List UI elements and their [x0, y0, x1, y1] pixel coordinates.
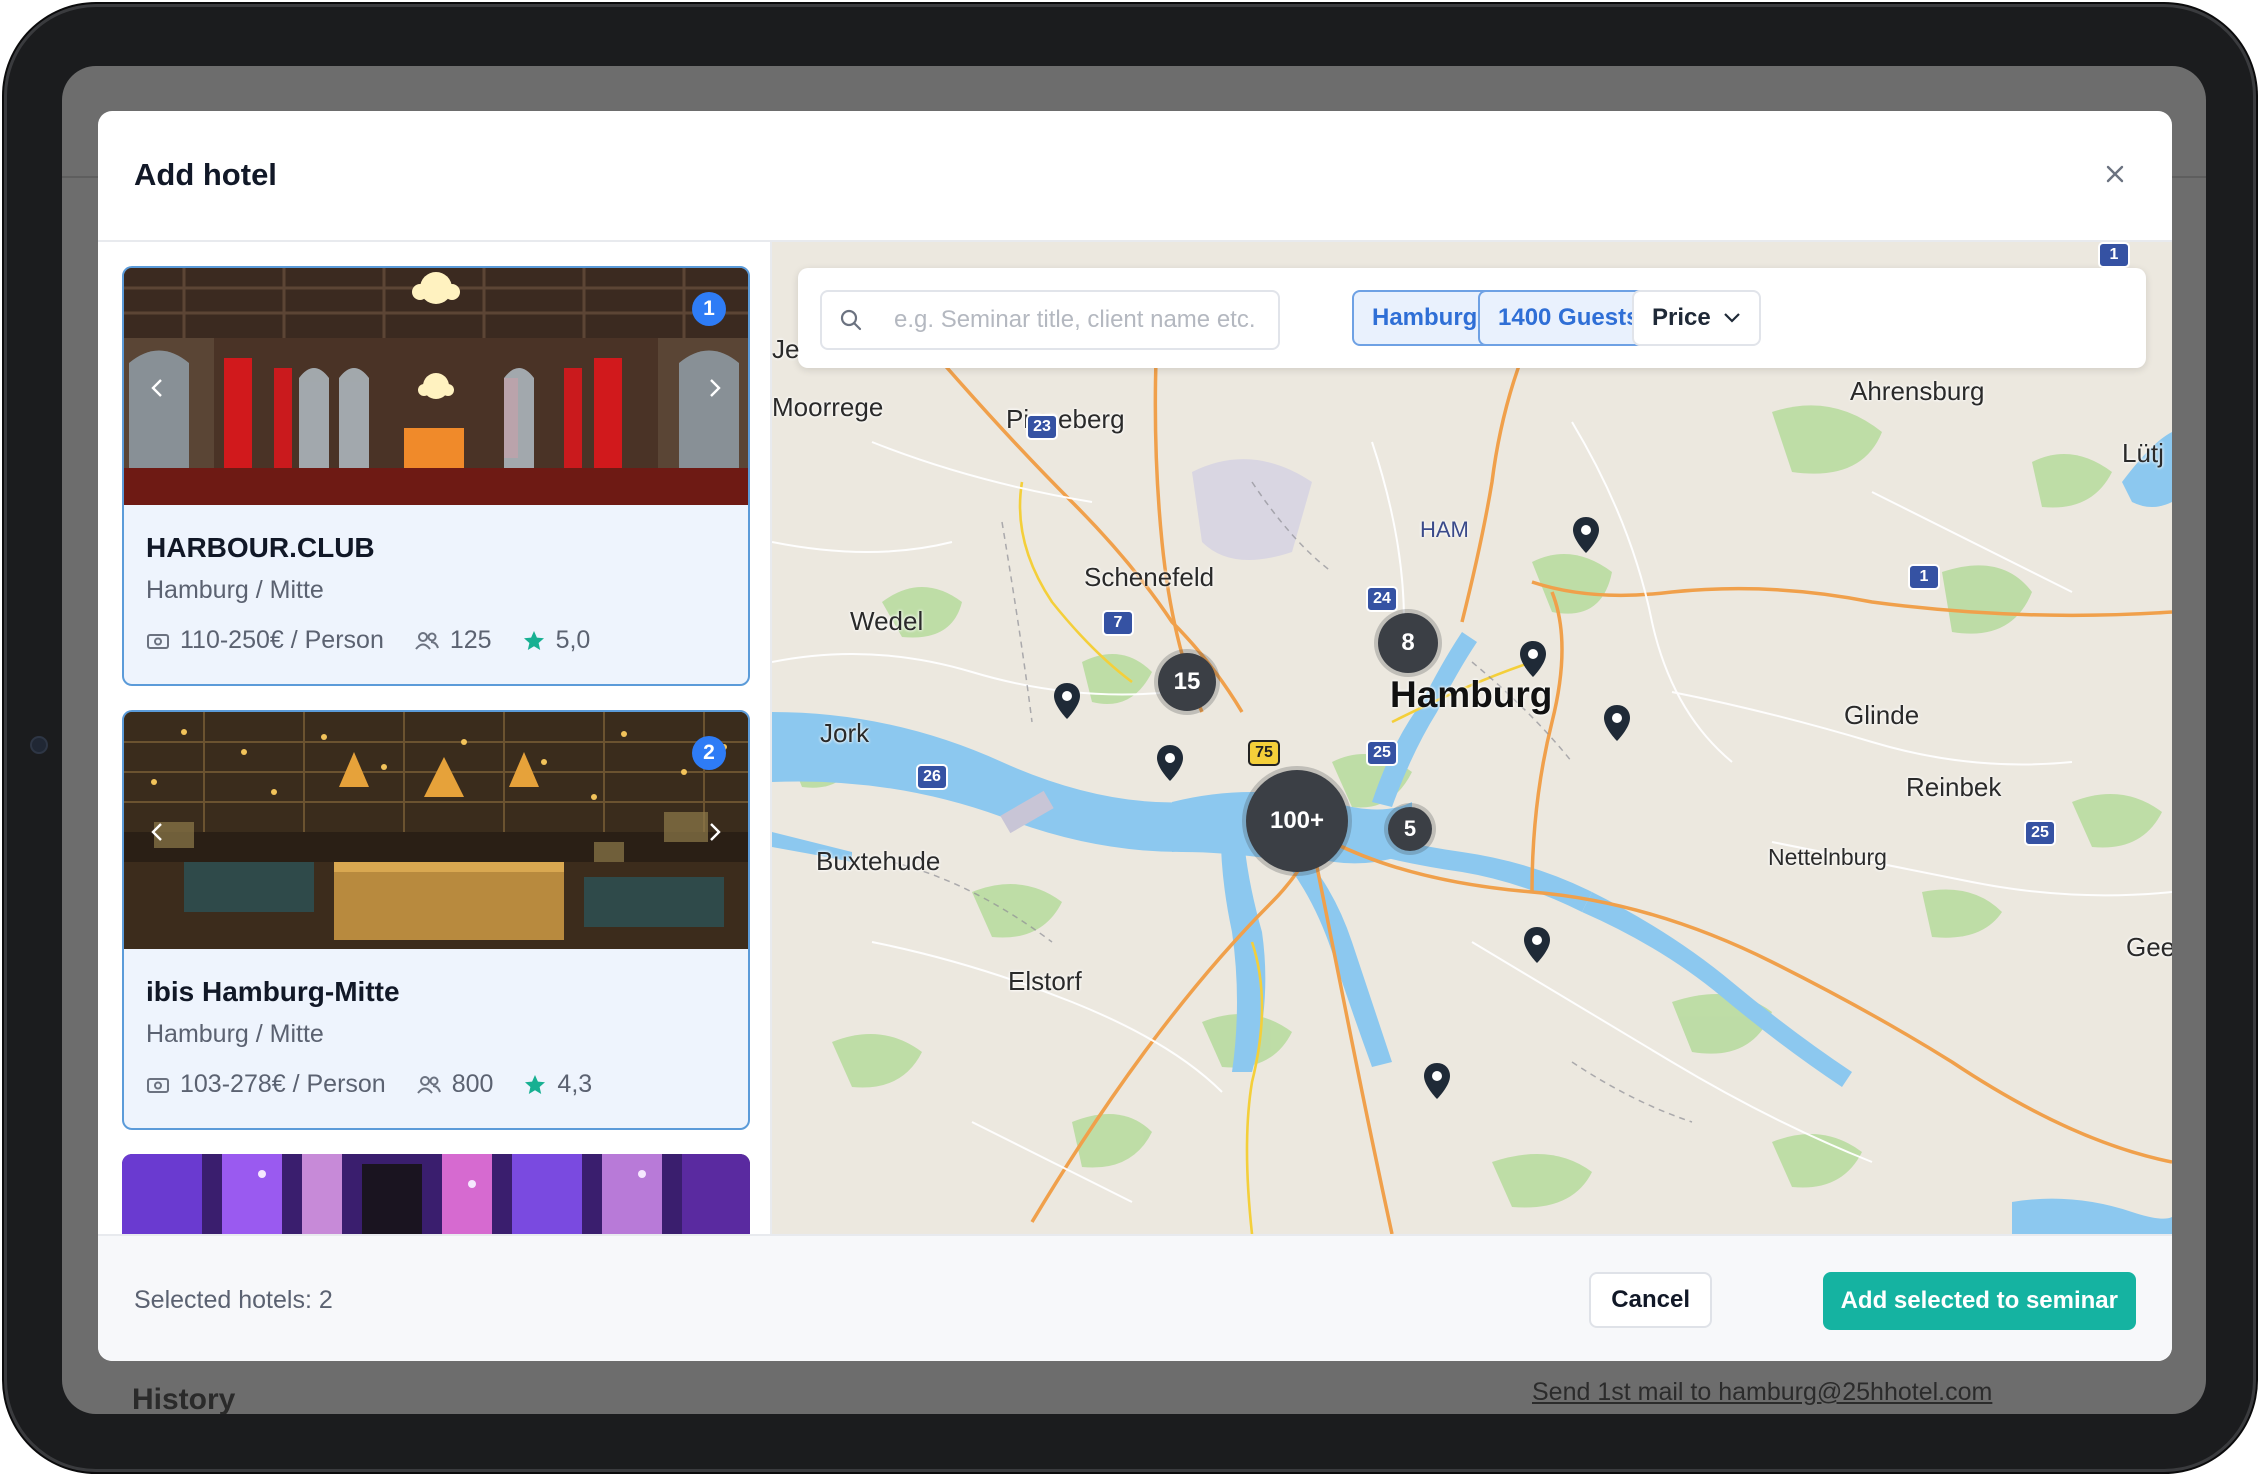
map-label-airport: HAM — [1420, 517, 1469, 542]
people-icon — [416, 1075, 441, 1094]
map-label-wedel: Wedel — [850, 606, 924, 636]
next-photo-chevron-right-icon[interactable] — [694, 812, 734, 852]
map-pin-icon[interactable] — [1422, 1062, 1452, 1100]
map-cluster[interactable]: 5 — [1388, 807, 1432, 851]
modal-footer: Selected hotels: 2 Cancel Add selected t… — [98, 1234, 2172, 1361]
add-selected-button[interactable]: Add selected to seminar — [1822, 1272, 2136, 1330]
map-label-jork: Jork — [820, 718, 870, 748]
map-label-reinbek: Reinbek — [1906, 772, 2002, 802]
star-icon — [525, 1074, 546, 1094]
hotel-location: Hamburg / Mitte — [146, 576, 324, 604]
map-label-je: Je — [772, 334, 800, 364]
map-label-gee: Gee — [2126, 932, 2172, 962]
motorway-shield: 26 — [916, 764, 948, 790]
hotel-rating: 4,3 — [557, 1070, 593, 1098]
camera-icon — [30, 736, 48, 754]
map-pin-icon[interactable] — [1522, 926, 1552, 964]
search-field[interactable] — [820, 290, 1280, 350]
motorway-shield: 1 — [2098, 242, 2130, 268]
map-pin-icon[interactable] — [1571, 516, 1601, 554]
motorway-shield: 24 — [1366, 586, 1398, 612]
send-mail-link[interactable]: Send 1st mail to hamburg@25hhotel.com — [1532, 1378, 1992, 1407]
close-icon[interactable] — [2098, 157, 2132, 191]
hotel-location: Hamburg / Mitte — [146, 1020, 324, 1048]
motorway-shield: 25 — [2024, 820, 2056, 846]
map-label-nettelnburg: Nettelnburg — [1768, 844, 1887, 870]
map-label-hamburg: Hamburg — [1390, 674, 1553, 715]
map-cluster[interactable]: 15 — [1158, 653, 1216, 711]
hotel-photo: 1 — [124, 268, 748, 505]
motorway-shield: 23 — [1026, 414, 1058, 440]
map-pin-icon[interactable] — [1602, 704, 1632, 742]
selected-hotels-count: Selected hotels: 2 — [134, 1286, 333, 1314]
modal-title: Add hotel — [134, 157, 277, 192]
map-label-elstorf: Elstorf — [1008, 966, 1082, 996]
prev-photo-chevron-left-icon[interactable] — [138, 368, 178, 408]
app-screen: History Send 1st mail to hamburg@25hhote… — [62, 66, 2206, 1414]
hotel-card-third-photo[interactable] — [122, 1154, 750, 1234]
price-filter-label: Price — [1652, 304, 1711, 331]
map-label-schenefeld: Schenefeld — [1084, 562, 1215, 592]
motorway-shield: 25 — [1366, 740, 1398, 766]
motorway-shield: 7 — [1102, 610, 1134, 636]
hotel-price: 103-278€ / Person — [180, 1070, 386, 1098]
map-label-luetj: Lütj — [2122, 438, 2164, 468]
map-cluster[interactable]: 100+ — [1246, 770, 1348, 872]
map-label-moorrege: Moorrege — [772, 392, 884, 422]
hotel-name: HARBOUR.CLUB — [146, 532, 375, 563]
hotel-list[interactable]: 1 HARBOUR.CLUB Hamburg / Mitte 110-250€ … — [98, 242, 772, 1234]
hotel-meta: 110-250€ / Person 125 5,0 — [146, 626, 620, 655]
tablet-frame: History Send 1st mail to hamburg@25hhote… — [4, 4, 2256, 1472]
hotel-map[interactable]: Hamburg 1400 Guests Price Je Moorrege P — [772, 242, 2172, 1234]
map-cluster[interactable]: 8 — [1378, 613, 1438, 673]
hotel-card-ibis-hamburg-mitte[interactable]: 2 ibis Hamburg-Mitte Hamburg / Mitte 103… — [122, 710, 750, 1130]
star-icon — [523, 630, 544, 650]
hotel-price: 110-250€ / Person — [180, 626, 384, 654]
modal-header: Add hotel — [98, 111, 2172, 242]
add-hotel-modal: Add hotel 1 HARBOUR.CLUB Hamburg / Mitte… — [98, 111, 2172, 1361]
hotel-meta: 103-278€ / Person 800 4,3 — [146, 1070, 622, 1099]
city-filter-label: Hamburg — [1372, 304, 1478, 331]
price-tag-icon — [147, 633, 169, 649]
cancel-button[interactable]: Cancel — [1589, 1272, 1712, 1328]
price-filter-dropdown[interactable]: Price — [1632, 290, 1761, 346]
search-input[interactable] — [892, 300, 1266, 340]
selection-badge: 1 — [692, 292, 726, 326]
motorway-shield: 1 — [1908, 564, 1940, 590]
map-pin-icon[interactable] — [1155, 744, 1185, 782]
hotel-photo: 2 — [124, 712, 748, 949]
map-label-ahrensburg: Ahrensburg — [1850, 376, 1985, 406]
hotel-rating: 5,0 — [555, 626, 591, 654]
price-tag-icon — [147, 1077, 169, 1093]
hotel-card-harbour-club[interactable]: 1 HARBOUR.CLUB Hamburg / Mitte 110-250€ … — [122, 266, 750, 686]
map-label-pinneberg: Pinneberg — [1006, 404, 1125, 434]
map-label-buxtehude: Buxtehude — [816, 846, 941, 876]
map-pin-icon[interactable] — [1518, 640, 1548, 678]
hotel-capacity: 800 — [451, 1070, 494, 1098]
selection-badge: 2 — [692, 736, 726, 770]
prev-photo-chevron-left-icon[interactable] — [138, 812, 178, 852]
chevron-down-icon — [1723, 313, 1740, 323]
map-filter-bar: Hamburg 1400 Guests Price — [798, 268, 2146, 368]
hotel-capacity: 125 — [449, 626, 492, 654]
road-shield: 75 — [1248, 740, 1280, 766]
history-heading: History — [132, 1383, 236, 1414]
map-label-glinde: Glinde — [1844, 700, 1920, 730]
search-icon — [840, 309, 862, 331]
people-icon — [415, 631, 439, 650]
next-photo-chevron-right-icon[interactable] — [694, 368, 734, 408]
map-pin-icon[interactable] — [1052, 682, 1082, 720]
guests-filter-label: 1400 Guests — [1498, 304, 1640, 331]
hotel-name: ibis Hamburg-Mitte — [146, 976, 400, 1007]
